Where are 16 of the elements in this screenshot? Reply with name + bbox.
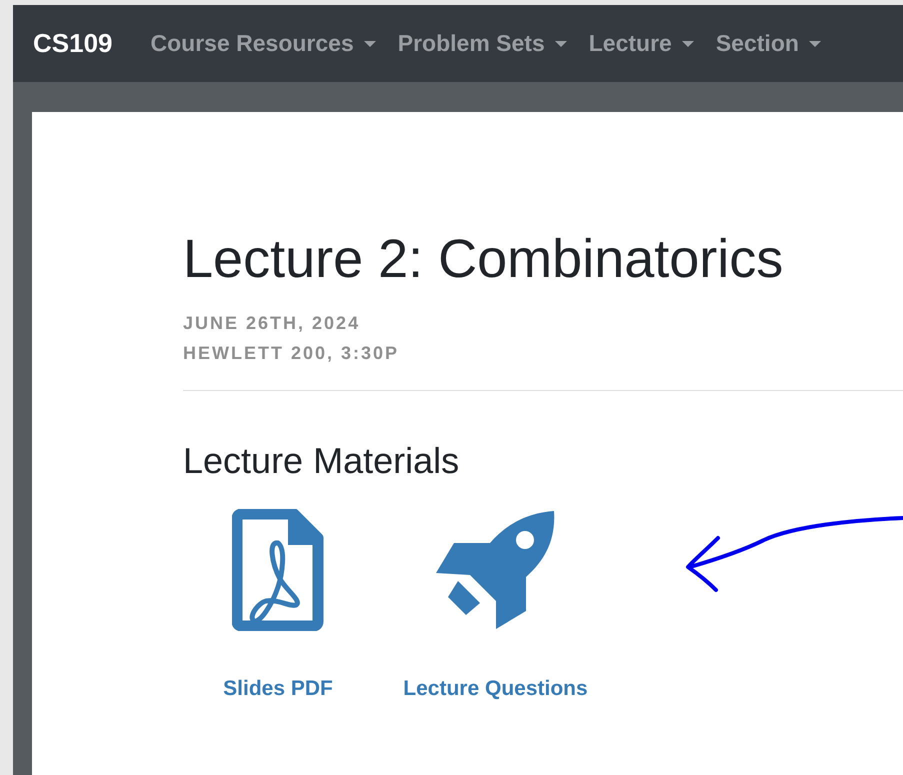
lecture-title: Lecture 2: Combinatorics [183,232,784,286]
caret-icon [808,41,821,48]
material-link[interactable]: Lecture Questions [403,673,588,704]
brand-link[interactable]: CS109 [33,24,112,63]
nav-menu[interactable]: Problem Sets [398,26,567,61]
lecture-meta: JUNE 26TH, 2024 [183,312,362,334]
nav-menu[interactable]: Course Resources [150,26,376,61]
material-link[interactable]: Slides PDF [223,673,333,704]
section-heading: Lecture Materials [183,443,460,479]
caret-icon [682,41,694,48]
lecture-meta: HEWLETT 200, 3:30P [183,342,400,364]
nav-menu[interactable]: Lecture [588,26,694,61]
pdf-file-icon [232,509,324,631]
caret-icon [364,41,376,48]
caret-icon [554,41,567,48]
nav-menu[interactable]: Section [716,26,821,61]
